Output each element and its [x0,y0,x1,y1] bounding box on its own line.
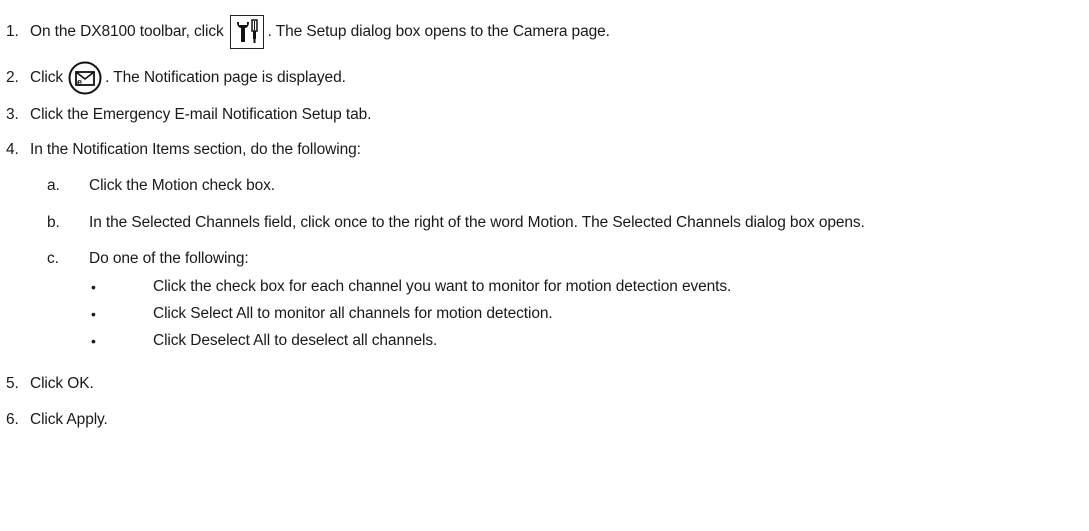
step-text: Click the Emergency E-mail Notification … [30,106,372,123]
step-number: 4. [6,141,19,158]
bullet-marker: • [91,333,96,349]
step-number: 2. [6,69,19,86]
step-text: In the Notification Items section, do th… [30,141,361,158]
step-text-before-icon: Click [30,69,64,86]
step-text: Click Apply. [30,411,108,428]
substep-letter: b. [47,214,60,231]
step-text: Click e . The Notification page is displ… [30,61,346,95]
substep-text: Do one of the following: [89,250,249,267]
substep-letter: c. [47,250,59,267]
bullet-text: Click the check box for each channel you… [153,278,732,295]
step-number: 5. [6,375,19,392]
step-text-before-icon: On the DX8100 toolbar, click [30,23,224,40]
substep-text: Click the Motion check box. [89,177,275,194]
bullet-text: Click Select All to monitor all channels… [153,305,553,322]
step-number: 1. [6,23,19,40]
email-notification-icon: e [68,61,102,95]
step-text-after-icon: . The Setup dialog box opens to the Came… [267,23,610,40]
step-text: On the DX8100 toolbar, click . The Setup… [30,15,610,49]
svg-text:e: e [77,77,82,87]
step-text: Click OK. [30,375,94,392]
setup-tools-icon [229,15,264,49]
substep-text: In the Selected Channels field, click on… [89,214,865,231]
step-text-after-icon: . The Notification page is displayed. [105,69,346,86]
bullet-text: Click Deselect All to deselect all chann… [153,332,438,349]
step-number: 3. [6,106,19,123]
step-number: 6. [6,411,19,428]
substep-letter: a. [47,177,60,194]
bullet-marker: • [91,279,96,295]
bullet-marker: • [91,306,96,322]
